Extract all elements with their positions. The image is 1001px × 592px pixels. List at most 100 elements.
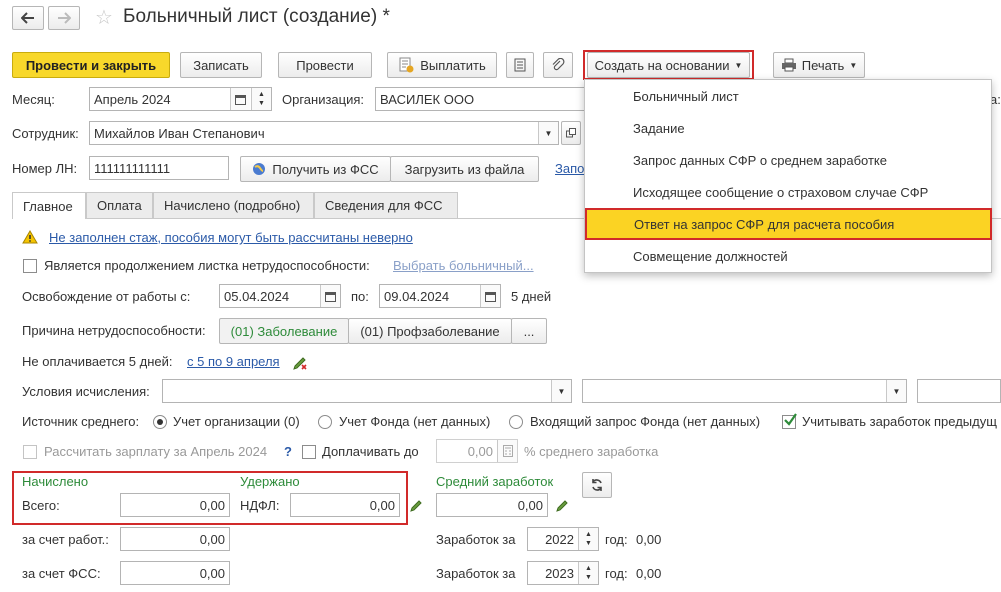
post-button[interactable]: Провести [278, 52, 372, 78]
tab-accrued-detail[interactable]: Начислено (подробно) [153, 192, 314, 218]
calendar-icon[interactable] [480, 285, 500, 307]
source-fund-radio[interactable] [318, 415, 332, 429]
calendar-icon[interactable] [230, 88, 250, 110]
earnings-year1-label: Заработок за [436, 532, 516, 547]
arrow-right-icon [58, 12, 71, 24]
month-stepper[interactable]: ▲ ▼ [251, 88, 271, 110]
continuation-checkbox[interactable] [23, 259, 37, 273]
date-from-field[interactable]: 05.04.2024 [219, 284, 341, 308]
employer-field[interactable]: 0,00 [120, 527, 230, 551]
list-view-button[interactable] [506, 52, 534, 78]
create-based-on-menu: Больничный лист Задание Запрос данных СФ… [584, 79, 992, 273]
calculator-icon[interactable] [497, 440, 517, 462]
year1-stepper[interactable]: ▲ ▼ [578, 528, 598, 550]
ndfl-field[interactable]: 0,00 [290, 493, 400, 517]
ln-number-field[interactable]: 111111111111 [89, 156, 229, 180]
open-employee-button[interactable] [561, 121, 581, 145]
menu-item-sick-leave[interactable]: Больничный лист [585, 80, 991, 112]
menu-item-combined-positions[interactable]: Совмещение должностей [585, 240, 991, 272]
menu-item-task[interactable]: Задание [585, 112, 991, 144]
tab-payment[interactable]: Оплата [86, 192, 153, 218]
consider-earnings-checkbox[interactable] [782, 413, 797, 429]
month-field[interactable]: Апрель 2024 ▲ ▼ [89, 87, 272, 111]
employee-field[interactable]: Михайлов Иван Степанович ▼ [89, 121, 559, 145]
warning-link[interactable]: Не заполнен стаж, пособия могут быть рас… [49, 230, 413, 246]
source-org-label: Учет организации (0) [173, 414, 300, 429]
checkmark-icon [784, 413, 797, 426]
help-icon[interactable]: ? [284, 444, 292, 460]
pay-button[interactable]: Выплатить [387, 52, 497, 78]
pay-extra-value: 0,00 [467, 443, 493, 459]
forward-button[interactable] [48, 6, 80, 30]
source-org-radio[interactable] [153, 415, 167, 429]
refresh-button[interactable] [582, 472, 612, 498]
load-from-file-button[interactable]: Загрузить из файла [390, 156, 539, 182]
employer-label: за счет работ.: [22, 532, 109, 547]
conditions-field-3[interactable] [917, 379, 1001, 403]
post-and-close-button[interactable]: Провести и закрыть [12, 52, 170, 78]
fss-field[interactable]: 0,00 [120, 561, 230, 585]
average-earnings-title: Средний заработок [436, 474, 554, 489]
tab-fss-info[interactable]: Сведения для ФСС [314, 192, 458, 218]
organization-label: Организация: [282, 92, 365, 107]
organization-value: ВАСИЛЕК ООО [380, 91, 475, 107]
ln-number-label: Номер ЛН: [12, 161, 78, 176]
get-from-fss-button[interactable]: Получить из ФСС [240, 156, 391, 182]
reason-prof-button[interactable]: (01) Профзаболевание [348, 318, 512, 344]
reason-more-button[interactable]: ... [511, 318, 547, 344]
save-button[interactable]: Записать [180, 52, 262, 78]
month-value: Апрель 2024 [94, 91, 171, 107]
choose-sick-leave-link[interactable]: Выбрать больничный... [393, 258, 534, 274]
organization-field[interactable]: ВАСИЛЕК ООО [375, 87, 587, 111]
ndfl-label: НДФЛ: [240, 498, 280, 513]
menu-item-sfr-avg-request[interactable]: Запрос данных СФР о среднем заработке [585, 144, 991, 176]
year2-stepper[interactable]: ▲ ▼ [578, 562, 598, 584]
print-button[interactable]: Печать ▼ [773, 52, 865, 78]
average-earnings-field[interactable]: 0,00 [436, 493, 548, 517]
attachment-button[interactable] [543, 52, 573, 78]
chevron-down-icon[interactable]: ▼ [886, 380, 906, 402]
reason-disease-button[interactable]: (01) Заболевание [219, 318, 349, 344]
conditions-field-1[interactable]: ▼ [162, 379, 572, 403]
not-paid-label: Не оплачивается 5 дней: [22, 354, 173, 369]
calc-salary-label: Рассчитать зарплату за Апрель 2024 [44, 444, 268, 459]
year2-field[interactable]: 2023 ▲ ▼ [527, 561, 599, 585]
days-count: 5 дней [511, 289, 552, 304]
ndfl-value: 0,00 [369, 497, 395, 513]
source-incoming-radio[interactable] [509, 415, 523, 429]
chevron-down-icon[interactable]: ▼ [551, 380, 571, 402]
edit-pencil-icon[interactable] [556, 498, 570, 512]
year1-field[interactable]: 2022 ▲ ▼ [527, 527, 599, 551]
source-incoming-label: Входящий запрос Фонда (нет данных) [530, 414, 761, 429]
create-based-on-highlight [583, 50, 754, 80]
dropdown-arrow-icon: ▼ [849, 60, 858, 70]
menu-item-outgoing-message[interactable]: Исходящее сообщение о страховом случае С… [585, 176, 991, 208]
date-to-field[interactable]: 09.04.2024 [379, 284, 501, 308]
back-button[interactable] [12, 6, 44, 30]
year1-value: 2022 [545, 531, 574, 547]
request-link[interactable]: Запо [555, 161, 584, 177]
pay-extra-field[interactable]: 0,00 [436, 439, 518, 463]
chevron-down-icon[interactable]: ▼ [538, 122, 558, 144]
document-pay-icon [399, 57, 414, 73]
edit-pencil-icon[interactable] [292, 354, 308, 370]
year1-suffix: год: [605, 532, 628, 547]
edit-pencil-icon[interactable] [410, 498, 424, 512]
source-fund-label: Учет Фонда (нет данных) [339, 414, 491, 429]
calendar-icon[interactable] [320, 285, 340, 307]
pay-extra-suffix: % среднего заработка [524, 444, 659, 459]
open-form-icon [566, 128, 576, 138]
favorite-star-icon[interactable]: ☆ [95, 5, 113, 30]
tab-main[interactable]: Главное [12, 192, 86, 219]
pay-extra-checkbox[interactable] [302, 445, 316, 459]
total-field[interactable]: 0,00 [120, 493, 230, 517]
get-from-fss-label: Получить из ФСС [272, 161, 379, 177]
employee-value: Михайлов Иван Степанович [94, 125, 265, 141]
continuation-label: Является продолжением листка нетрудоспос… [44, 258, 370, 273]
conditions-field-2[interactable]: ▼ [582, 379, 907, 403]
paperclip-icon [552, 58, 565, 71]
menu-item-sfr-response[interactable]: Ответ на запрос СФР для расчета пособия [585, 208, 992, 240]
calc-salary-checkbox[interactable] [23, 445, 37, 459]
printer-icon [781, 58, 796, 72]
not-paid-link[interactable]: с 5 по 9 апреля [187, 354, 280, 370]
